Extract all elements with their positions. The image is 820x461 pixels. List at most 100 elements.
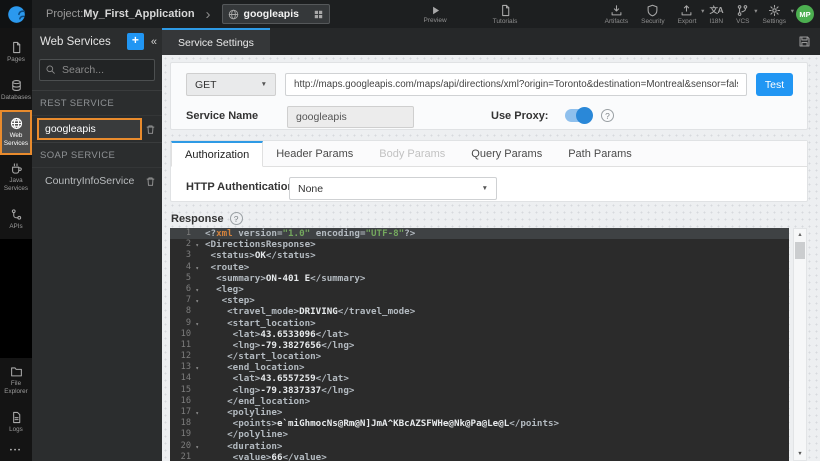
- tab-authorization[interactable]: Authorization: [171, 141, 264, 167]
- http-auth-label: HTTP Authentication: [186, 181, 295, 193]
- method-select[interactable]: GET ▼: [186, 73, 276, 96]
- editor-scrollbar[interactable]: ▲ ▼: [793, 228, 807, 461]
- settings-content: GET ▼ Test Service Name Use Proxy: ? Aut…: [162, 55, 820, 461]
- service-selector-value: googleapis: [243, 8, 299, 20]
- apis-icon: [10, 208, 23, 221]
- help-icon[interactable]: ?: [601, 109, 614, 122]
- code-line: 5 <summary>ON-401 E</summary>: [170, 273, 789, 284]
- artifacts-button[interactable]: Artifacts: [603, 4, 630, 25]
- settings-button[interactable]: ▾ Settings: [761, 4, 794, 25]
- code-line: 2 ▾ <DirectionsResponse>: [170, 239, 789, 250]
- line-number: 6 ▾: [170, 284, 200, 295]
- tab-header-params[interactable]: Header Params: [263, 141, 366, 167]
- code-line: 4 ▾ <route>: [170, 262, 789, 273]
- tutorials-button[interactable]: Tutorials: [493, 4, 517, 25]
- http-auth-select[interactable]: None ▼: [289, 177, 497, 200]
- pages-icon: [10, 41, 23, 54]
- service-name-input[interactable]: [287, 106, 414, 128]
- line-number: 17 ▾: [170, 407, 200, 418]
- globe-icon: [228, 9, 239, 20]
- file-explorer-icon: [10, 365, 23, 378]
- grid-icon[interactable]: [313, 9, 324, 20]
- breadcrumb: Project:My_First_Application: [46, 8, 195, 20]
- scroll-up-icon[interactable]: ▲: [794, 229, 806, 241]
- service-item-CountryInfoService[interactable]: CountryInfoService: [32, 167, 162, 194]
- project-label: Project:: [46, 8, 84, 20]
- use-proxy-toggle[interactable]: [565, 107, 593, 124]
- export-icon: [680, 4, 693, 17]
- save-icon[interactable]: [798, 35, 811, 48]
- more-options-button[interactable]: •••: [0, 442, 32, 461]
- topbar-tools: Artifacts Security ▾ Export 文A I18N ▾ VCS ▾ Setti…: [603, 4, 794, 25]
- code-line: 8 <travel_mode>DRIVING</travel_mode>: [170, 306, 789, 317]
- collapse-panel-button[interactable]: «: [148, 36, 160, 48]
- code-line: 12 </start_location>: [170, 351, 789, 362]
- line-number: 12: [180, 351, 191, 362]
- code-line: 6 ▾ <leg>: [170, 284, 789, 295]
- service-item-googleapis[interactable]: googleapis: [32, 115, 162, 142]
- line-number: 7 ▾: [170, 295, 200, 306]
- trash-icon[interactable]: [145, 124, 156, 135]
- export-button[interactable]: ▾ Export: [676, 4, 704, 25]
- service-name-label: Service Name: [186, 110, 259, 122]
- add-service-button[interactable]: +: [126, 33, 144, 50]
- line-number: 20 ▾: [170, 441, 200, 452]
- param-tabs: Authorization Header Params Body Params Que…: [171, 141, 807, 167]
- databases-icon: [10, 79, 23, 92]
- help-icon[interactable]: ?: [229, 212, 243, 225]
- code-line: 21 <value>66</value>: [170, 452, 789, 461]
- search-icon: [45, 64, 56, 75]
- tab-service-settings[interactable]: Service Settings: [162, 28, 270, 55]
- code-line: 13 ▾ <end_location>: [170, 362, 789, 373]
- line-number: 14: [180, 373, 191, 384]
- vcs-button[interactable]: ▾ VCS: [734, 4, 758, 25]
- service-item-name: googleapis: [37, 118, 142, 140]
- rail-item-apis[interactable]: APIs: [0, 201, 32, 239]
- scrollbar-thumb[interactable]: [795, 242, 805, 259]
- code-line: 3 <status>OK</status>: [170, 250, 789, 261]
- rail-item-pages[interactable]: Pages: [0, 34, 32, 72]
- rail-item-java-services[interactable]: Java Services: [0, 155, 32, 201]
- service-selector[interactable]: googleapis: [221, 4, 330, 24]
- vcs-icon: [736, 4, 749, 17]
- section-label: REST SERVICE: [32, 90, 162, 115]
- line-number: 19: [180, 429, 191, 440]
- code-line: 9 ▾ <start_location>: [170, 318, 789, 329]
- editor-tab-bar: Service Settings: [162, 28, 820, 55]
- tab-query-params[interactable]: Query Params: [458, 141, 555, 167]
- use-proxy-label: Use Proxy:: [491, 110, 549, 122]
- line-number: 8: [185, 306, 191, 317]
- services-panel: Web Services + « REST SERVICE googleapisS…: [32, 28, 162, 461]
- request-card: GET ▼ Test Service Name Use Proxy: ?: [170, 62, 808, 130]
- line-number: 5: [185, 272, 191, 283]
- service-search-input[interactable]: [39, 59, 155, 81]
- service-item-name: CountryInfoService: [45, 175, 135, 187]
- rail-item-logs[interactable]: Logs: [0, 404, 32, 442]
- scroll-down-icon[interactable]: ▼: [794, 449, 806, 460]
- security-button[interactable]: Security: [639, 4, 666, 25]
- url-input[interactable]: [285, 73, 747, 96]
- code-line: 7 ▾ <step>: [170, 295, 789, 306]
- section-label: SOAP SERVICE: [32, 142, 162, 167]
- avatar[interactable]: MP: [796, 5, 814, 23]
- line-number: 18: [180, 418, 191, 429]
- rail-item-databases[interactable]: Databases: [0, 72, 32, 110]
- settings-icon: [768, 4, 781, 17]
- response-label: Response: [171, 212, 224, 225]
- i18n-button[interactable]: 文A I18N: [707, 4, 725, 25]
- params-card: Authorization Header Params Body Params Que…: [170, 140, 808, 202]
- project-name: My_First_Application: [83, 8, 195, 20]
- line-number: 10: [180, 328, 191, 339]
- app-logo-icon[interactable]: [0, 0, 32, 28]
- tab-path-params[interactable]: Path Params: [555, 141, 645, 167]
- line-number: 1: [185, 228, 191, 238]
- rail-item-file-explorer[interactable]: File Explorer: [0, 358, 32, 404]
- play-icon: [430, 5, 441, 16]
- rail-item-web-services[interactable]: Web Services: [0, 109, 32, 156]
- trash-icon[interactable]: [145, 176, 156, 187]
- preview-button[interactable]: Preview: [424, 5, 447, 24]
- code-line: 19 </polyline>: [170, 429, 789, 440]
- line-number: 21: [180, 451, 191, 461]
- test-button[interactable]: Test: [756, 73, 793, 96]
- response-code-editor[interactable]: 1 <?xml version="1.0" encoding="UTF-8"?> 2…: [170, 228, 789, 461]
